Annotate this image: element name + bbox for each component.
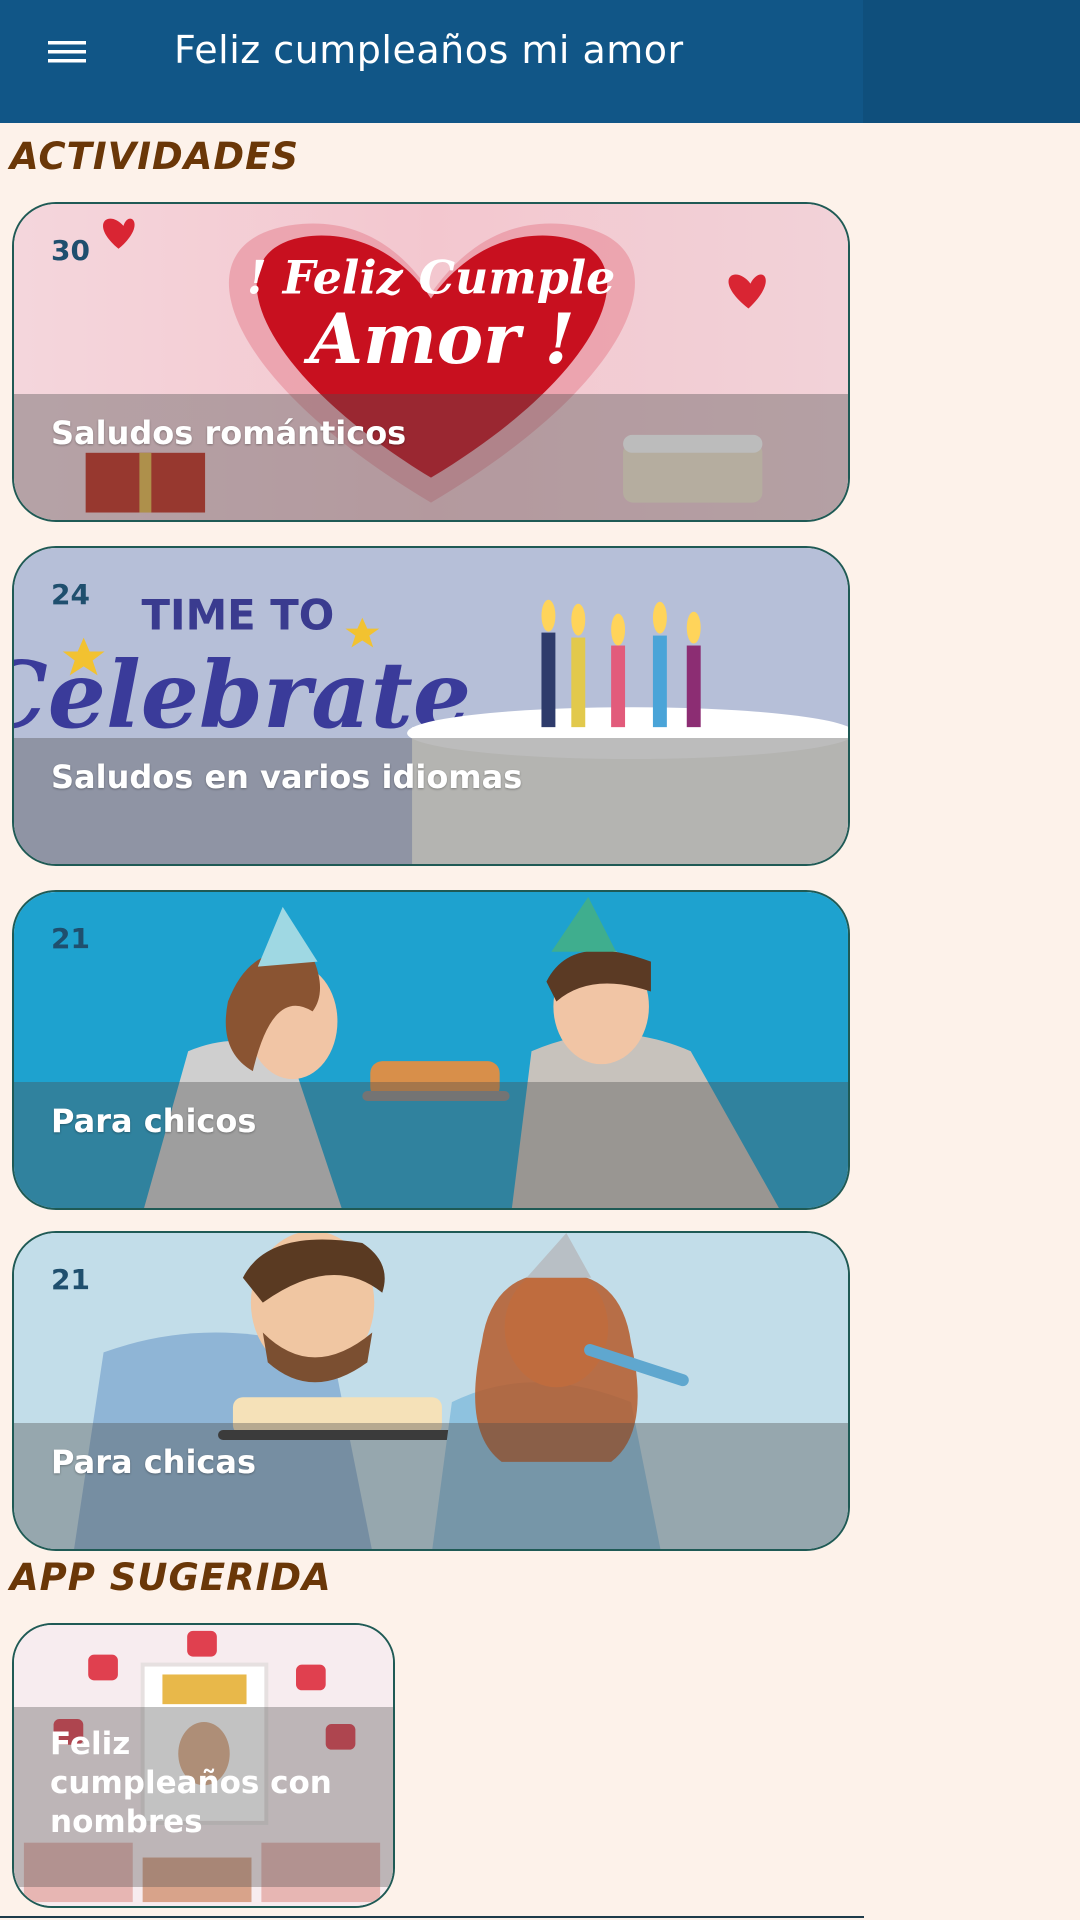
card-label: Para chicas xyxy=(51,1443,257,1481)
category-card-girls[interactable]: 21 Para chicas xyxy=(12,1231,850,1551)
app-bar: Feliz cumpleaños mi amor xyxy=(0,0,1080,123)
card-label-overlay xyxy=(14,1423,848,1549)
category-card-languages[interactable]: TIME TO Celebrate 24 Saludos en varios i… xyxy=(12,546,850,866)
svg-text:TIME TO: TIME TO xyxy=(142,591,335,640)
card-label: Para chicos xyxy=(51,1102,257,1140)
item-count: 21 xyxy=(51,922,90,955)
suggested-app-card[interactable]: Feliz cumpleaños con nombres xyxy=(12,1623,395,1908)
menu-button[interactable] xyxy=(42,30,92,74)
card-label-overlay xyxy=(14,394,848,520)
bottom-divider xyxy=(0,1916,864,1918)
svg-text:Amor !: Amor ! xyxy=(303,299,575,380)
app-title: Feliz cumpleaños mi amor xyxy=(174,28,684,72)
hamburger-menu-icon xyxy=(48,41,86,63)
suggested-app-label: Feliz cumpleaños con nombres xyxy=(50,1726,332,1840)
svg-text:! Feliz Cumple: ! Feliz Cumple xyxy=(247,251,615,305)
category-card-boys[interactable]: 21 Para chicos xyxy=(12,890,850,1210)
app-bar-right-area xyxy=(863,0,1080,123)
section-title-suggested-app: APP SUGERIDA xyxy=(10,1556,332,1599)
category-card-romantic[interactable]: ! Feliz Cumple Amor ! 30 Saludos románti… xyxy=(12,202,850,522)
item-count: 21 xyxy=(51,1263,90,1296)
item-count: 30 xyxy=(51,234,90,267)
card-label: Saludos románticos xyxy=(51,414,407,452)
section-title-activities: ACTIVIDADES xyxy=(10,135,300,178)
card-label: Saludos en varios idiomas xyxy=(51,758,523,796)
card-label-overlay xyxy=(14,1082,848,1208)
card-label-overlay xyxy=(14,738,848,864)
empty-side-panel xyxy=(864,123,1080,1920)
item-count: 24 xyxy=(51,578,90,611)
